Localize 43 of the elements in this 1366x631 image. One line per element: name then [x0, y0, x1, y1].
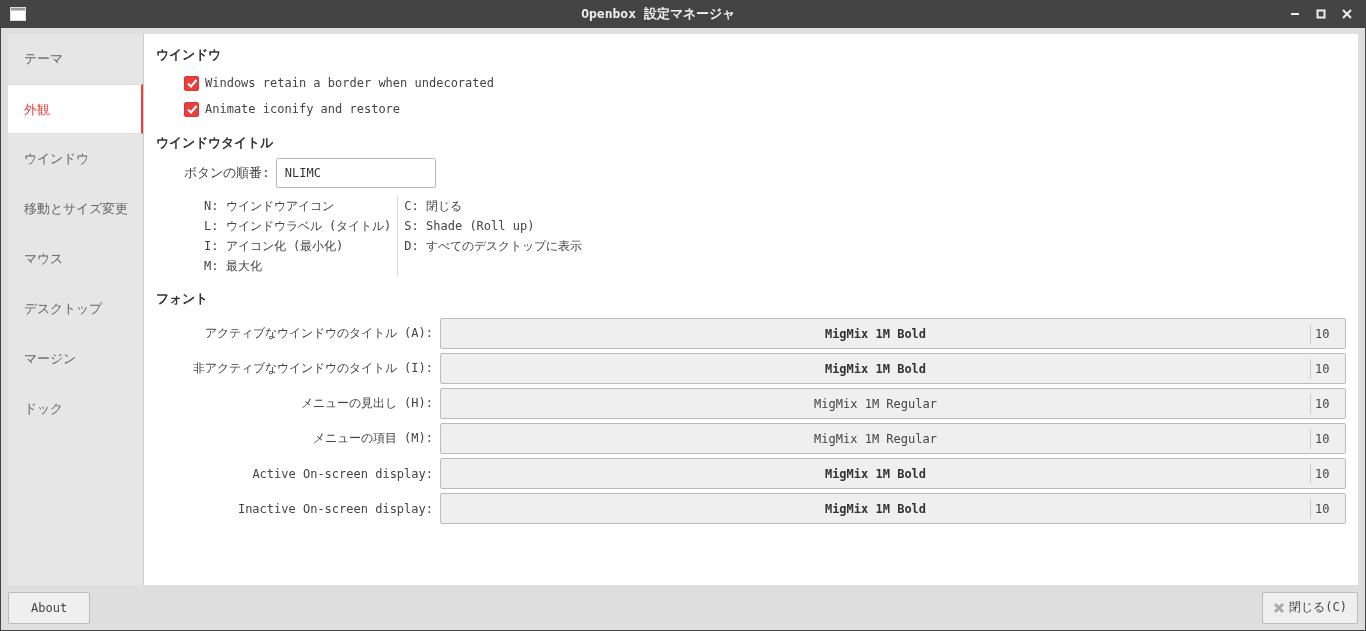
font-button[interactable]: MigMix 1M Regular 10: [440, 423, 1346, 454]
section-heading: フォント: [156, 290, 209, 308]
font-button[interactable]: MigMix 1M Bold 10: [440, 318, 1346, 349]
window-title: Openbox 設定マネージャ: [580, 5, 736, 23]
font-button[interactable]: MigMix 1M Bold 10: [440, 458, 1346, 489]
input-field[interactable]: NLIMC: [275, 158, 436, 188]
field-label: メニューの見出し (H):: [299, 395, 434, 412]
about-button[interactable]: About: [8, 591, 91, 624]
sidebar-item[interactable]: マウス: [8, 234, 143, 284]
font-button[interactable]: MigMix 1M Regular 10: [440, 388, 1346, 419]
sidebar-item[interactable]: ウインドウ: [8, 134, 143, 184]
legend-text: I: アイコン化 (最小化): [204, 238, 345, 255]
sidebar-item[interactable]: マージン: [8, 334, 143, 384]
field-label: Inactive On-screen display:: [236, 501, 434, 516]
field-label: Active On-screen display:: [251, 466, 434, 481]
close-icon: [1273, 601, 1286, 614]
checkbox[interactable]: [184, 101, 199, 117]
legend-text: S: Shade (Roll up): [404, 218, 536, 235]
legend-text: L: ウインドウラベル (タイトル): [204, 218, 392, 235]
section-heading: ウインドウ: [156, 46, 222, 64]
close-icon[interactable]: [1342, 9, 1352, 19]
checkbox-label[interactable]: Animate iconify and restore: [205, 102, 401, 116]
close-button[interactable]: 閉じる(C): [1262, 591, 1358, 624]
font-button[interactable]: MigMix 1M Bold 10: [440, 353, 1346, 384]
sidebar-item[interactable]: テーマ: [8, 34, 143, 84]
sidebar-item[interactable]: 外観: [8, 84, 143, 134]
section-heading: ウインドウタイトル: [156, 134, 274, 152]
legend-text: M: 最大化: [204, 258, 263, 275]
checkbox-label[interactable]: Windows retain a border when undecorated: [205, 76, 494, 90]
field-label: メニューの項目 (M):: [311, 430, 434, 447]
legend-text: D: すべてのデスクトップに表示: [404, 238, 583, 255]
font-button[interactable]: MigMix 1M Bold 10: [440, 493, 1346, 524]
legend-text: C: 閉じる: [404, 198, 464, 215]
window-icon: [10, 7, 26, 21]
field-label: アクティブなウインドウのタイトル (A):: [203, 325, 434, 342]
field-label: 非アクティブなウインドウのタイトル (I):: [191, 360, 434, 377]
field-label: ボタンの順番:: [184, 164, 270, 182]
legend-text: N: ウインドウアイコン: [204, 198, 335, 215]
checkbox[interactable]: [184, 75, 199, 91]
sidebar-item[interactable]: 移動とサイズ変更: [8, 184, 143, 234]
sidebar-item[interactable]: ドック: [8, 384, 143, 434]
maximize-icon[interactable]: [1316, 9, 1326, 19]
sidebar-item[interactable]: デスクトップ: [8, 284, 143, 334]
